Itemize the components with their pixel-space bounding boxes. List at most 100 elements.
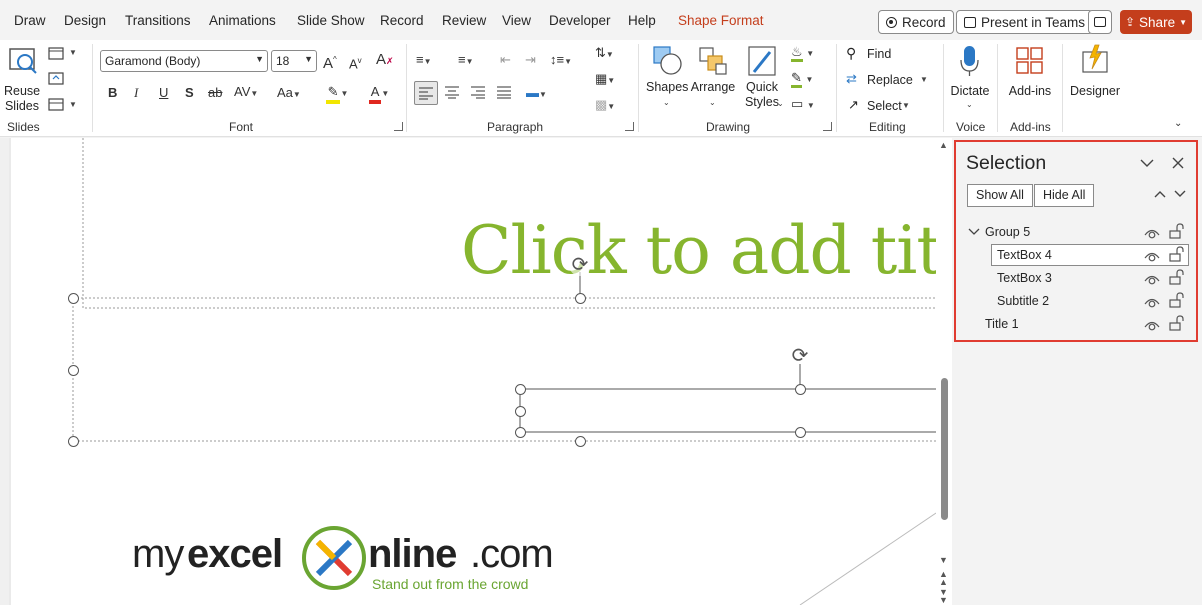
quick-styles-button[interactable]: Quick Styles ⌄ <box>738 44 786 116</box>
resize-handle[interactable] <box>68 293 79 304</box>
align-center-button[interactable] <box>444 85 460 99</box>
tab-animations[interactable]: Animations <box>209 13 276 28</box>
reset-slide-button[interactable] <box>48 72 68 88</box>
italic-icon[interactable]: I <box>134 85 138 101</box>
tab-slide-show[interactable]: Slide Show <box>297 13 365 28</box>
arrange-button[interactable]: Arrange ⌄ <box>690 44 736 116</box>
tab-help[interactable]: Help <box>628 13 656 28</box>
group-divider <box>997 44 998 132</box>
shadow-text-icon[interactable]: S <box>185 85 194 101</box>
section-button[interactable]: ▼ <box>48 98 78 114</box>
align-right-icon <box>471 86 485 99</box>
increase-font-size-icon[interactable]: A^ <box>323 52 337 72</box>
logo-text-excel: excel <box>187 532 283 576</box>
change-case-icon[interactable]: Aa▼ <box>277 85 301 103</box>
chevron-down-icon: ▼ <box>304 54 313 64</box>
share-button[interactable]: ⇪ Share ▼ <box>1120 10 1192 34</box>
decrease-indent-icon[interactable]: ⇤ <box>500 52 511 68</box>
font-dialog-launcher-icon[interactable] <box>394 122 403 131</box>
font-size-combo[interactable]: 18 ▼ <box>271 50 317 72</box>
previous-slide-icon[interactable]: ▲ ▲ <box>939 570 948 587</box>
highlight-color-icon[interactable]: ✎ ▼ <box>320 84 354 104</box>
group-label-editing: Editing <box>869 120 906 134</box>
strikethrough-icon[interactable]: ab <box>208 85 222 101</box>
ribbon-display-options-icon[interactable]: ⌄ <box>1174 116 1182 132</box>
resize-handle[interactable] <box>575 436 586 447</box>
align-center-icon <box>445 86 459 99</box>
select-button[interactable]: ↗ Select ▼ <box>846 97 916 115</box>
tab-transitions[interactable]: Transitions <box>125 13 191 28</box>
find-button[interactable]: ⚲ Find <box>846 45 906 63</box>
tab-design[interactable]: Design <box>64 13 106 28</box>
tab-shape-format[interactable]: Shape Format <box>678 13 764 28</box>
resize-handle[interactable] <box>515 384 526 395</box>
share-icon: ⇪ <box>1124 15 1136 29</box>
rotate-handle-icon[interactable]: ⟳ <box>569 254 591 276</box>
scrollbar-thumb[interactable] <box>941 378 948 520</box>
next-slide-icon[interactable]: ▼ ▼ <box>939 588 948 605</box>
resize-handle[interactable] <box>575 293 586 304</box>
paragraph-dialog-launcher-icon[interactable] <box>625 122 634 131</box>
scroll-up-icon[interactable]: ▲ <box>939 140 948 150</box>
new-slide-layout-button[interactable]: ▼ <box>48 46 78 62</box>
resize-handle[interactable] <box>515 406 526 417</box>
add-ins-button[interactable]: Add-ins <box>1004 44 1056 104</box>
chevron-down-icon: ▼ <box>1179 17 1187 27</box>
align-right-button[interactable] <box>470 85 486 99</box>
replace-button[interactable]: ⇄ Replace ▼ <box>846 71 932 89</box>
logo-text-my: my <box>132 532 184 576</box>
numbering-icon[interactable]: ≡▼ <box>458 52 474 70</box>
bullets-icon[interactable]: ≡▼ <box>416 52 432 70</box>
font-name-combo[interactable]: Garamond (Body) ▼ <box>100 50 268 72</box>
dictate-button[interactable]: Dictate ⌄ <box>948 44 992 116</box>
drawing-dialog-launcher-icon[interactable] <box>823 122 832 131</box>
comment-icon <box>1094 17 1106 27</box>
shape-outline-icon[interactable]: ✎ ▼ <box>791 70 813 88</box>
slide-title-placeholder[interactable]: Click to add title <box>461 212 936 289</box>
resize-handle[interactable] <box>68 365 79 376</box>
resize-handle[interactable] <box>68 436 79 447</box>
line-spacing-icon[interactable]: ↕≡▼ <box>550 52 572 70</box>
tab-record[interactable]: Record <box>380 13 424 28</box>
clear-formatting-icon[interactable]: A✗ <box>376 52 394 69</box>
resize-handle[interactable] <box>795 427 806 438</box>
teams-icon <box>964 16 976 28</box>
underline-icon[interactable]: U <box>159 85 168 101</box>
arrange-icon <box>699 47 727 75</box>
tab-developer[interactable]: Developer <box>549 13 611 28</box>
character-spacing-icon[interactable]: AV▼ <box>234 84 258 102</box>
increase-indent-icon[interactable]: ⇥ <box>525 52 536 68</box>
arrange-label: Arrange <box>690 80 736 94</box>
rotate-handle-icon[interactable]: ⟳ <box>789 345 811 367</box>
tab-view[interactable]: View <box>502 13 531 28</box>
dictate-label: Dictate <box>950 84 990 98</box>
bold-icon[interactable]: B <box>108 85 117 101</box>
present-in-teams-button[interactable]: Present in Teams <box>956 10 1094 34</box>
reset-icon <box>48 72 64 85</box>
record-button[interactable]: Record <box>878 10 954 34</box>
columns-icon[interactable]: ▬▼ <box>526 85 547 103</box>
justify-button[interactable] <box>496 85 512 99</box>
resize-handle[interactable] <box>515 427 526 438</box>
group-divider <box>406 44 407 132</box>
tab-review[interactable]: Review <box>442 13 486 28</box>
font-color-icon[interactable]: A ▼ <box>363 84 395 104</box>
chevron-down-icon: ⌄ <box>966 100 973 109</box>
vertical-scrollbar[interactable] <box>936 138 952 605</box>
resize-handle[interactable] <box>795 384 806 395</box>
text-direction-icon[interactable]: ⇅▼ <box>595 45 614 63</box>
decrease-font-size-icon[interactable]: Av <box>349 53 362 72</box>
scroll-down-icon[interactable]: ▼ <box>939 555 948 565</box>
highlight-box <box>954 140 1198 342</box>
align-text-icon[interactable]: ▦▼ <box>595 71 615 89</box>
smartart-icon[interactable]: ▩▼ <box>595 97 615 115</box>
align-left-button[interactable] <box>414 81 438 105</box>
designer-button[interactable]: Designer <box>1068 44 1122 104</box>
comments-button[interactable] <box>1088 10 1112 34</box>
tab-draw[interactable]: Draw <box>14 13 46 28</box>
group-divider <box>1062 44 1063 132</box>
shapes-button[interactable]: Shapes ⌄ <box>646 44 688 116</box>
shape-fill-icon[interactable]: ♨ ▼ <box>791 44 814 62</box>
reuse-slides-button[interactable]: Reuse Slides <box>4 46 40 116</box>
shape-effects-icon[interactable]: ▭ ▼ <box>791 96 815 114</box>
